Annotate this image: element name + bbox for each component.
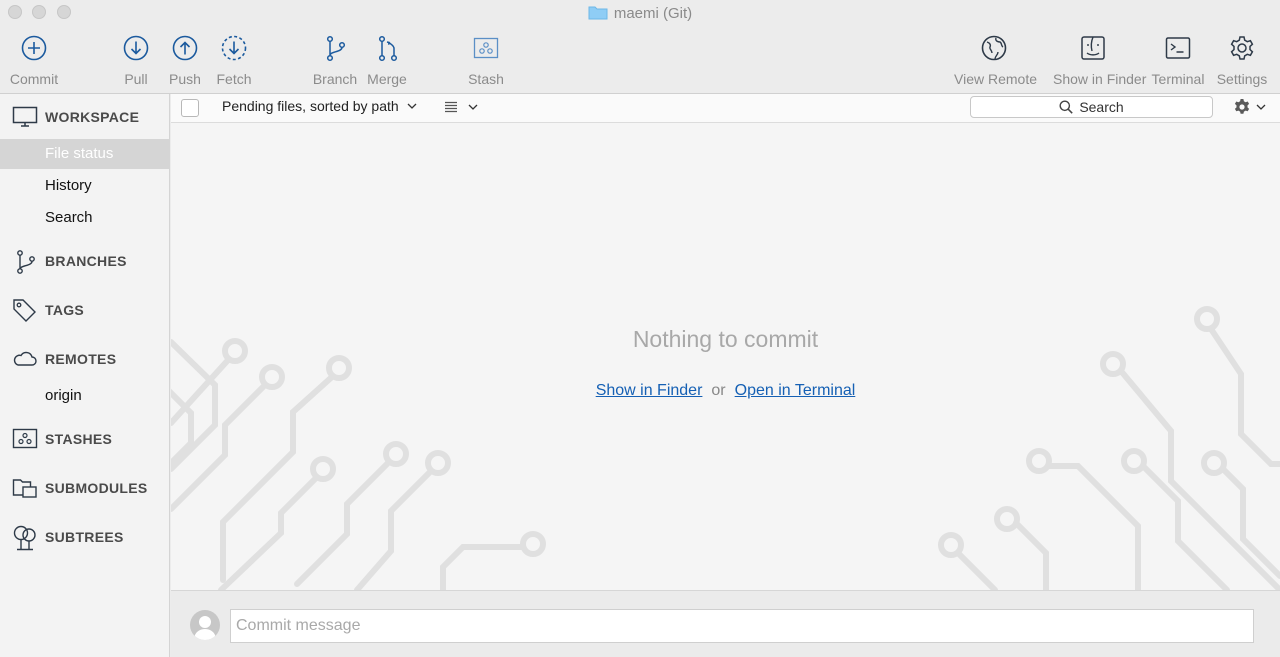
sidebar-header-submodules-label: SUBMODULES	[45, 480, 148, 496]
sidebar-header-remotes[interactable]: REMOTES	[0, 344, 170, 374]
chevron-down-icon	[468, 104, 478, 110]
gear-icon	[1230, 36, 1254, 60]
sidebar-header-subtrees[interactable]: SUBTREES	[0, 522, 170, 552]
sidebar-item-history[interactable]: History	[0, 171, 170, 201]
sidebar-header-submodules[interactable]: SUBMODULES	[0, 473, 170, 503]
sort-menu-label: Pending files, sorted by path	[222, 98, 399, 114]
file-options-menu[interactable]	[1233, 98, 1266, 121]
user-icon	[194, 616, 216, 640]
sidebar-header-tags[interactable]: TAGS	[0, 295, 170, 325]
window-title: maemi (Git)	[0, 4, 1280, 22]
sidebar-item-file-status[interactable]: File status	[0, 139, 170, 169]
view-remote-button[interactable]: View Remote	[954, 34, 1038, 87]
open-in-terminal-link[interactable]: Open in Terminal	[735, 382, 856, 399]
finder-icon	[1081, 36, 1105, 60]
sidebar: WORKSPACE File status History Search BRA…	[0, 94, 170, 657]
sort-menu[interactable]: Pending files, sorted by path	[222, 98, 417, 114]
search-icon	[1059, 100, 1074, 114]
branch-icon	[17, 250, 35, 274]
sidebar-item-origin[interactable]: origin	[0, 381, 170, 411]
sidebar-header-stashes[interactable]: STASHES	[0, 424, 170, 454]
fetch-label: Fetch	[216, 71, 252, 87]
branch-icon	[326, 35, 346, 62]
empty-state-links: Show in Finder or Open in Terminal	[171, 382, 1280, 400]
sidebar-header-subtrees-label: SUBTREES	[45, 529, 124, 545]
settings-label: Settings	[1216, 71, 1268, 87]
dashed-arrow-down-circle-icon	[221, 35, 247, 61]
empty-state-or: or	[711, 382, 726, 399]
commit-button[interactable]: Commit	[0, 34, 74, 87]
show-in-finder-button[interactable]: Show in Finder	[1053, 34, 1147, 87]
commit-message-input[interactable]	[230, 609, 1254, 643]
chevron-down-icon	[407, 103, 417, 109]
subtree-icon	[13, 525, 36, 551]
window-title-text: maemi (Git)	[613, 5, 693, 22]
stash-icon	[12, 428, 38, 449]
sidebar-header-workspace-label: WORKSPACE	[45, 109, 140, 125]
gear-icon	[1234, 99, 1250, 114]
merge-icon	[378, 35, 398, 62]
cloud-icon	[13, 351, 37, 366]
fetch-button[interactable]: Fetch	[194, 34, 274, 87]
tag-icon	[13, 299, 36, 322]
sidebar-header-remotes-label: REMOTES	[45, 351, 117, 367]
empty-state-title: Nothing to commit	[632, 326, 819, 352]
file-search-input[interactable]: Search	[970, 96, 1213, 118]
chevron-down-icon	[1256, 104, 1266, 110]
commit-label: Commit	[9, 71, 59, 87]
submodule-icon	[12, 479, 37, 498]
main-panel: Pending files, sorted by path Search Not…	[171, 94, 1280, 657]
toolbar: maemi (Git) Commit Pull Push Fetch Branc…	[0, 0, 1280, 94]
merge-button[interactable]: Merge	[347, 34, 427, 87]
circuit-background-art	[171, 306, 1280, 590]
view-mode-menu[interactable]	[444, 100, 478, 118]
folder-icon	[588, 6, 608, 20]
sidebar-header-tags-label: TAGS	[45, 302, 85, 318]
stash-icon	[473, 37, 499, 59]
globe-icon	[981, 35, 1007, 61]
merge-label: Merge	[367, 71, 407, 87]
sidebar-item-search[interactable]: Search	[0, 203, 170, 233]
sidebar-header-workspace[interactable]: WORKSPACE	[0, 102, 170, 132]
show-in-finder-label: Show in Finder	[1053, 71, 1147, 87]
view-remote-label: View Remote	[954, 71, 1038, 87]
sidebar-header-branches[interactable]: BRANCHES	[0, 246, 170, 276]
select-all-checkbox[interactable]	[181, 99, 199, 117]
commit-bar	[171, 590, 1280, 657]
stash-label: Stash	[468, 71, 504, 87]
show-in-finder-link[interactable]: Show in Finder	[596, 382, 703, 399]
settings-button[interactable]: Settings	[1202, 34, 1280, 87]
terminal-icon	[1165, 37, 1191, 59]
sidebar-header-stashes-label: STASHES	[45, 431, 113, 447]
monitor-icon	[12, 106, 38, 127]
list-view-icon	[445, 101, 457, 113]
file-filter-bar: Pending files, sorted by path Search	[171, 94, 1280, 123]
stash-button[interactable]: Stash	[446, 34, 526, 87]
search-placeholder: Search	[1079, 99, 1124, 115]
avatar	[190, 610, 220, 640]
plus-circle-icon	[21, 35, 47, 61]
sidebar-header-branches-label: BRANCHES	[45, 253, 127, 269]
